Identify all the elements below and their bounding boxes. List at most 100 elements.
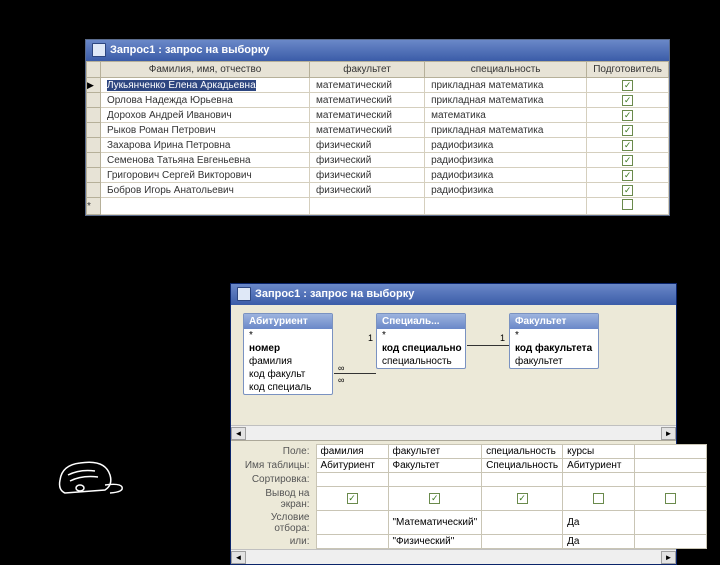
cell-empty[interactable] [101,198,310,215]
table-row[interactable]: Захарова Ирина Петровнафизическийрадиофи… [87,138,669,153]
cell-empty[interactable] [310,198,425,215]
qbe-cell[interactable] [316,511,388,535]
table-row[interactable]: Дорохов Андрей Ивановичматематическиймат… [87,108,669,123]
row-selector[interactable] [87,183,101,198]
cell-fio[interactable]: Захарова Ирина Петровна [101,138,310,153]
datasheet-titlebar[interactable]: Запрос1 : запрос на выборку [86,40,669,61]
cell-specialty[interactable]: математика [425,108,587,123]
cell-empty[interactable] [425,198,587,215]
qbe-cell[interactable] [316,473,388,487]
field[interactable]: * [510,329,598,342]
field[interactable]: код специаль [244,381,332,394]
qbe-cell[interactable] [563,473,635,487]
row-selector[interactable] [87,93,101,108]
scroll-right-icon[interactable]: ► [661,551,676,564]
field[interactable]: * [244,329,332,342]
table-row[interactable]: Рыков Роман Петровичматематическийприкла… [87,123,669,138]
table-row[interactable]: Семенова Татьяна Евгеньевнафизическийрад… [87,153,669,168]
qbe-cell[interactable] [635,445,707,459]
qbe-show-checkbox[interactable]: ✓ [316,487,388,511]
cell-prep-checkbox[interactable]: ✓ [587,108,669,123]
qbe-cell[interactable]: Абитуриент [316,459,388,473]
qbe-show-checkbox[interactable]: ✓ [563,487,635,511]
cell-faculty[interactable]: физический [310,168,425,183]
field[interactable]: фамилия [244,355,332,368]
cell-specialty[interactable]: радиофизика [425,153,587,168]
qbe-cell[interactable] [635,535,707,549]
relationship-pane[interactable]: Абитуриент * номер фамилия код факульт к… [231,305,676,440]
cell-fio[interactable]: Орлова Надежда Юрьевна [101,93,310,108]
row-selector[interactable] [87,123,101,138]
table-row[interactable]: Григорович Сергей Викторовичфизическийра… [87,168,669,183]
qbe-hscroll[interactable]: ◄ ► [231,549,676,564]
qbe-cell[interactable]: "Физический" [388,535,482,549]
cell-faculty[interactable]: физический [310,138,425,153]
relation-line[interactable] [467,345,509,346]
qbe-cell[interactable]: Да [563,511,635,535]
qbe-cell[interactable]: фамилия [316,445,388,459]
qbe-cell[interactable]: курсы [563,445,635,459]
qbe-cell[interactable] [482,511,563,535]
cell-faculty[interactable]: физический [310,153,425,168]
scroll-left-icon[interactable]: ◄ [231,551,246,564]
qbe-cell[interactable] [635,473,707,487]
qbe-cell[interactable] [316,535,388,549]
qbe-cell[interactable] [482,535,563,549]
qbe-cell[interactable]: Да [563,535,635,549]
col-faculty[interactable]: факультет [310,62,425,78]
table-row-new[interactable]: * [87,198,669,215]
qbe-show-checkbox[interactable]: ✓ [482,487,563,511]
col-specialty[interactable]: специальность [425,62,587,78]
qbe-cell[interactable]: Абитуриент [563,459,635,473]
qbe-grid[interactable]: Поле: фамилия факультет специальность ку… [231,440,676,564]
qbe-cell[interactable]: Факультет [388,459,482,473]
design-hscroll[interactable]: ◄ ► [231,425,676,440]
cell-fio[interactable]: Рыков Роман Петрович [101,123,310,138]
scroll-left-icon[interactable]: ◄ [231,427,246,440]
table-row[interactable]: Орлова Надежда Юрьевнаматематическийприк… [87,93,669,108]
relation-line[interactable] [334,373,376,374]
field[interactable]: номер [244,342,332,355]
cell-specialty[interactable]: радиофизика [425,138,587,153]
qbe-cell[interactable] [482,473,563,487]
cell-faculty[interactable]: физический [310,183,425,198]
cell-prep-checkbox[interactable]: ✓ [587,153,669,168]
cell-specialty[interactable]: радиофизика [425,183,587,198]
qbe-cell[interactable]: Специальность [482,459,563,473]
cell-specialty[interactable]: прикладная математика [425,93,587,108]
row-selector[interactable] [87,138,101,153]
field[interactable]: код факультета [510,342,598,355]
cell-fio[interactable]: Бобров Игорь Анатольевич [101,183,310,198]
cell-prep-checkbox[interactable]: ✓ [587,138,669,153]
row-selector[interactable]: * [87,198,101,215]
cell-faculty[interactable]: математический [310,123,425,138]
cell-fio[interactable]: Дорохов Андрей Иванович [101,108,310,123]
row-selector[interactable] [87,168,101,183]
qbe-show-checkbox[interactable]: ✓ [388,487,482,511]
qbe-cell[interactable] [635,459,707,473]
cell-faculty[interactable]: математический [310,93,425,108]
row-selector[interactable] [87,108,101,123]
table-specialnost[interactable]: Специаль... * код специально специальнос… [376,313,466,369]
cell-prep-checkbox[interactable]: ✓ [587,183,669,198]
field[interactable]: специальность [377,355,465,368]
cell-fio[interactable]: Семенова Татьяна Евгеньевна [101,153,310,168]
scroll-right-icon[interactable]: ► [661,427,676,440]
field[interactable]: код специально [377,342,465,355]
cell-prep-checkbox[interactable]: ✓ [587,78,669,93]
results-table[interactable]: Фамилия, имя, отчество факультет специал… [86,61,669,215]
table-fakultet[interactable]: Факультет * код факультета факультет [509,313,599,369]
cell-prep-checkbox[interactable] [587,198,669,215]
cell-prep-checkbox[interactable]: ✓ [587,123,669,138]
cell-specialty[interactable]: прикладная математика [425,78,587,93]
qbe-cell[interactable]: факультет [388,445,482,459]
row-selector[interactable] [87,153,101,168]
table-abiturient[interactable]: Абитуриент * номер фамилия код факульт к… [243,313,333,395]
cell-fio[interactable]: Лукьянченко Елена Аркадьевна [101,78,310,93]
field[interactable]: * [377,329,465,342]
col-prep[interactable]: Подготовитель [587,62,669,78]
field[interactable]: код факульт [244,368,332,381]
qbe-cell[interactable]: "Математический" [388,511,482,535]
qbe-cell[interactable]: специальность [482,445,563,459]
cell-prep-checkbox[interactable]: ✓ [587,93,669,108]
